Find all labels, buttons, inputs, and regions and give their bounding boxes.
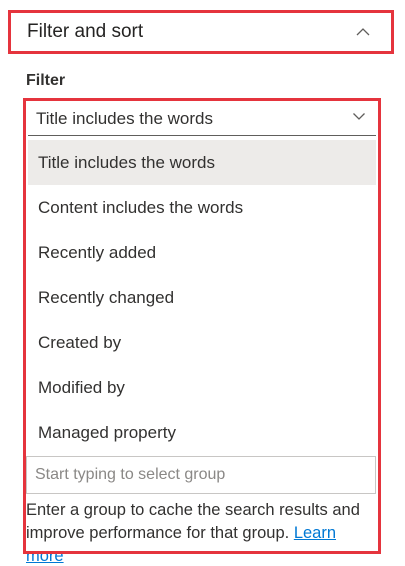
- group-help-text: Enter a group to cache the search result…: [26, 499, 378, 545]
- filter-option[interactable]: Managed property: [28, 410, 376, 455]
- group-input[interactable]: [26, 456, 376, 494]
- filter-option[interactable]: Title includes the words: [28, 140, 376, 185]
- filter-option[interactable]: Content includes the words: [28, 185, 376, 230]
- chevron-up-icon[interactable]: [355, 24, 371, 40]
- filter-option[interactable]: Recently changed: [28, 275, 376, 320]
- filter-label: Filter: [26, 72, 66, 89]
- filter-option[interactable]: Modified by: [28, 365, 376, 410]
- learn-more-link[interactable]: Learn: [294, 524, 336, 542]
- filter-options-list: Title includes the words Content include…: [28, 140, 376, 455]
- learn-more-link-continued[interactable]: more: [26, 545, 64, 566]
- filter-sort-section-header[interactable]: Filter and sort: [8, 10, 394, 54]
- filter-option[interactable]: Recently added: [28, 230, 376, 275]
- filter-dropdown-value: Title includes the words: [36, 108, 214, 128]
- section-title: Filter and sort: [27, 21, 144, 42]
- filter-dropdown[interactable]: Title includes the words: [28, 102, 376, 136]
- chevron-down-icon: [352, 109, 366, 128]
- filter-option[interactable]: Created by: [28, 320, 376, 365]
- filter-sort-panel: Filter and sort Filter Title includes th…: [0, 0, 405, 566]
